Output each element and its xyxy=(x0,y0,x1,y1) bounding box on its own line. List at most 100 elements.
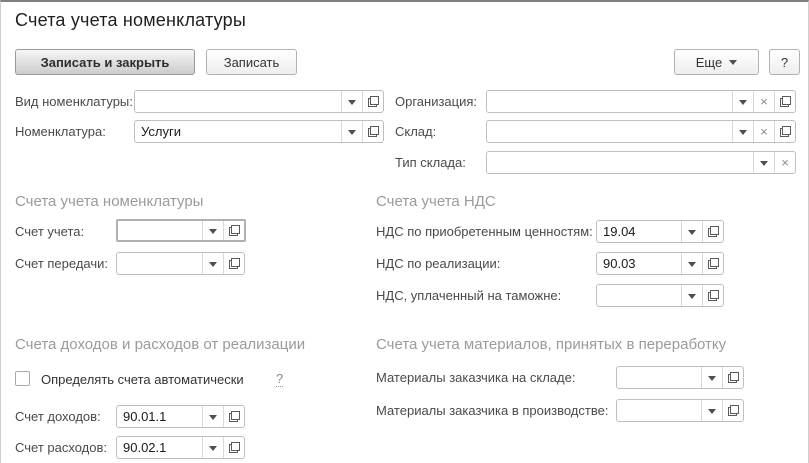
more-button[interactable]: Еще xyxy=(674,49,759,75)
nds-tamozhne-label: НДС, уплаченный на таможне: xyxy=(376,288,562,303)
dropdown-button[interactable] xyxy=(681,253,702,274)
open-icon xyxy=(779,96,791,107)
open-icon xyxy=(367,126,379,137)
chevron-down-icon xyxy=(688,261,696,267)
dropdown-button[interactable] xyxy=(202,406,223,427)
sklad-field[interactable]: × xyxy=(486,120,796,143)
materialy-v-proizvodstve-label: Материалы заказчика в производстве: xyxy=(376,403,609,418)
dropdown-button[interactable] xyxy=(341,91,362,112)
schet-dohodov-input[interactable] xyxy=(117,406,202,427)
materialy-na-sklade-label: Материалы заказчика на складе: xyxy=(376,370,576,385)
nomenklatura-label: Номенклатура: xyxy=(15,124,106,139)
materialy-na-sklade-input[interactable] xyxy=(617,367,701,388)
organizaciya-input[interactable] xyxy=(487,91,732,112)
organizaciya-label: Организация: xyxy=(395,94,478,109)
open-button[interactable] xyxy=(223,221,244,240)
open-button[interactable] xyxy=(223,406,244,427)
open-button[interactable] xyxy=(702,253,723,274)
nds-realizacii-field[interactable] xyxy=(596,252,724,275)
help-button[interactable]: ? xyxy=(769,49,800,75)
dropdown-button[interactable] xyxy=(681,285,702,306)
chevron-down-icon xyxy=(348,129,356,135)
sklad-label: Склад: xyxy=(395,124,437,139)
vid-nomenklatury-label: Вид номенклатуры: xyxy=(15,94,133,109)
dropdown-button[interactable] xyxy=(732,91,753,112)
schet-ucheta-field[interactable] xyxy=(116,219,246,242)
save-button[interactable]: Записать xyxy=(206,49,297,75)
auto-accounts-checkbox[interactable] xyxy=(15,371,30,386)
section-title-vat-accounts: Счета учета НДС xyxy=(376,193,496,210)
schet-ucheta-label: Счет учета: xyxy=(15,224,85,239)
schet-rashodov-field[interactable] xyxy=(116,436,245,459)
open-button[interactable] xyxy=(223,253,244,274)
dropdown-button[interactable] xyxy=(341,121,362,142)
schet-rashodov-label: Счет расходов: xyxy=(15,440,107,455)
tip-sklada-label: Тип склада: xyxy=(395,155,466,170)
section-title-income-expense: Счета доходов и расходов от реализации xyxy=(15,336,306,353)
auto-accounts-checkbox-label[interactable]: Определять счета автоматически xyxy=(41,372,244,387)
dropdown-button[interactable] xyxy=(753,152,774,173)
open-icon xyxy=(228,442,240,453)
chevron-down-icon xyxy=(688,229,696,235)
chevron-down-icon xyxy=(739,129,747,135)
materialy-na-sklade-field[interactable] xyxy=(616,366,744,389)
schet-rashodov-input[interactable] xyxy=(117,437,202,458)
sklad-input[interactable] xyxy=(487,121,732,142)
open-button[interactable] xyxy=(702,285,723,306)
clear-button[interactable]: × xyxy=(753,121,774,142)
save-and-close-button[interactable]: Записать и закрыть xyxy=(15,49,195,75)
chevron-down-icon xyxy=(209,445,217,451)
dropdown-button[interactable] xyxy=(681,221,702,242)
chevron-down-icon xyxy=(348,99,356,105)
open-icon xyxy=(367,96,379,107)
chevron-down-icon xyxy=(708,408,716,414)
dropdown-button[interactable] xyxy=(732,121,753,142)
nomenklatura-input[interactable] xyxy=(135,121,341,142)
materialy-v-proizvodstve-field[interactable] xyxy=(616,399,744,422)
schet-peredachi-field[interactable] xyxy=(116,252,245,275)
auto-accounts-help-link[interactable]: ? xyxy=(276,371,284,388)
clear-button[interactable]: × xyxy=(774,152,795,173)
nds-priobretennym-field[interactable] xyxy=(596,220,724,243)
nds-tamozhne-field[interactable] xyxy=(596,284,724,307)
vid-nomenklatury-field[interactable] xyxy=(134,90,384,113)
chevron-down-icon xyxy=(760,160,768,166)
schet-dohodov-field[interactable] xyxy=(116,405,245,428)
dropdown-button[interactable] xyxy=(701,367,722,388)
schet-ucheta-input[interactable] xyxy=(118,221,202,240)
clear-icon: × xyxy=(781,154,789,170)
dropdown-button[interactable] xyxy=(202,437,223,458)
open-button[interactable] xyxy=(362,91,383,112)
materialy-v-proizvodstve-input[interactable] xyxy=(617,400,701,421)
section-title-materials: Счета учета материалов, принятых в перер… xyxy=(376,336,727,353)
open-button[interactable] xyxy=(774,91,795,112)
tip-sklada-field[interactable]: × xyxy=(486,151,796,174)
nds-tamozhne-input[interactable] xyxy=(597,285,681,306)
chevron-down-icon xyxy=(209,261,217,267)
nomenklatura-field[interactable] xyxy=(134,120,384,143)
open-button[interactable] xyxy=(722,367,743,388)
open-icon xyxy=(228,225,240,236)
dropdown-button[interactable] xyxy=(202,221,223,240)
vid-nomenklatury-input[interactable] xyxy=(135,91,341,112)
page-title: Счета учета номенклатуры xyxy=(15,10,246,30)
open-button[interactable] xyxy=(362,121,383,142)
dropdown-button[interactable] xyxy=(701,400,722,421)
more-button-label: Еще xyxy=(695,54,723,70)
nds-realizacii-input[interactable] xyxy=(597,253,681,274)
open-icon xyxy=(707,258,719,269)
schet-peredachi-label: Счет передачи: xyxy=(15,256,108,271)
open-button[interactable] xyxy=(223,437,244,458)
schet-peredachi-input[interactable] xyxy=(117,253,202,274)
nds-priobretennym-label: НДС по приобретенным ценностям: xyxy=(376,224,593,239)
open-button[interactable] xyxy=(774,121,795,142)
organizaciya-field[interactable]: × xyxy=(486,90,796,113)
open-button[interactable] xyxy=(722,400,743,421)
dropdown-button[interactable] xyxy=(202,253,223,274)
open-icon xyxy=(228,411,240,422)
nds-priobretennym-input[interactable] xyxy=(597,221,681,242)
open-button[interactable] xyxy=(702,221,723,242)
chevron-down-icon xyxy=(729,60,738,65)
tip-sklada-input[interactable] xyxy=(487,152,753,173)
clear-button[interactable]: × xyxy=(753,91,774,112)
